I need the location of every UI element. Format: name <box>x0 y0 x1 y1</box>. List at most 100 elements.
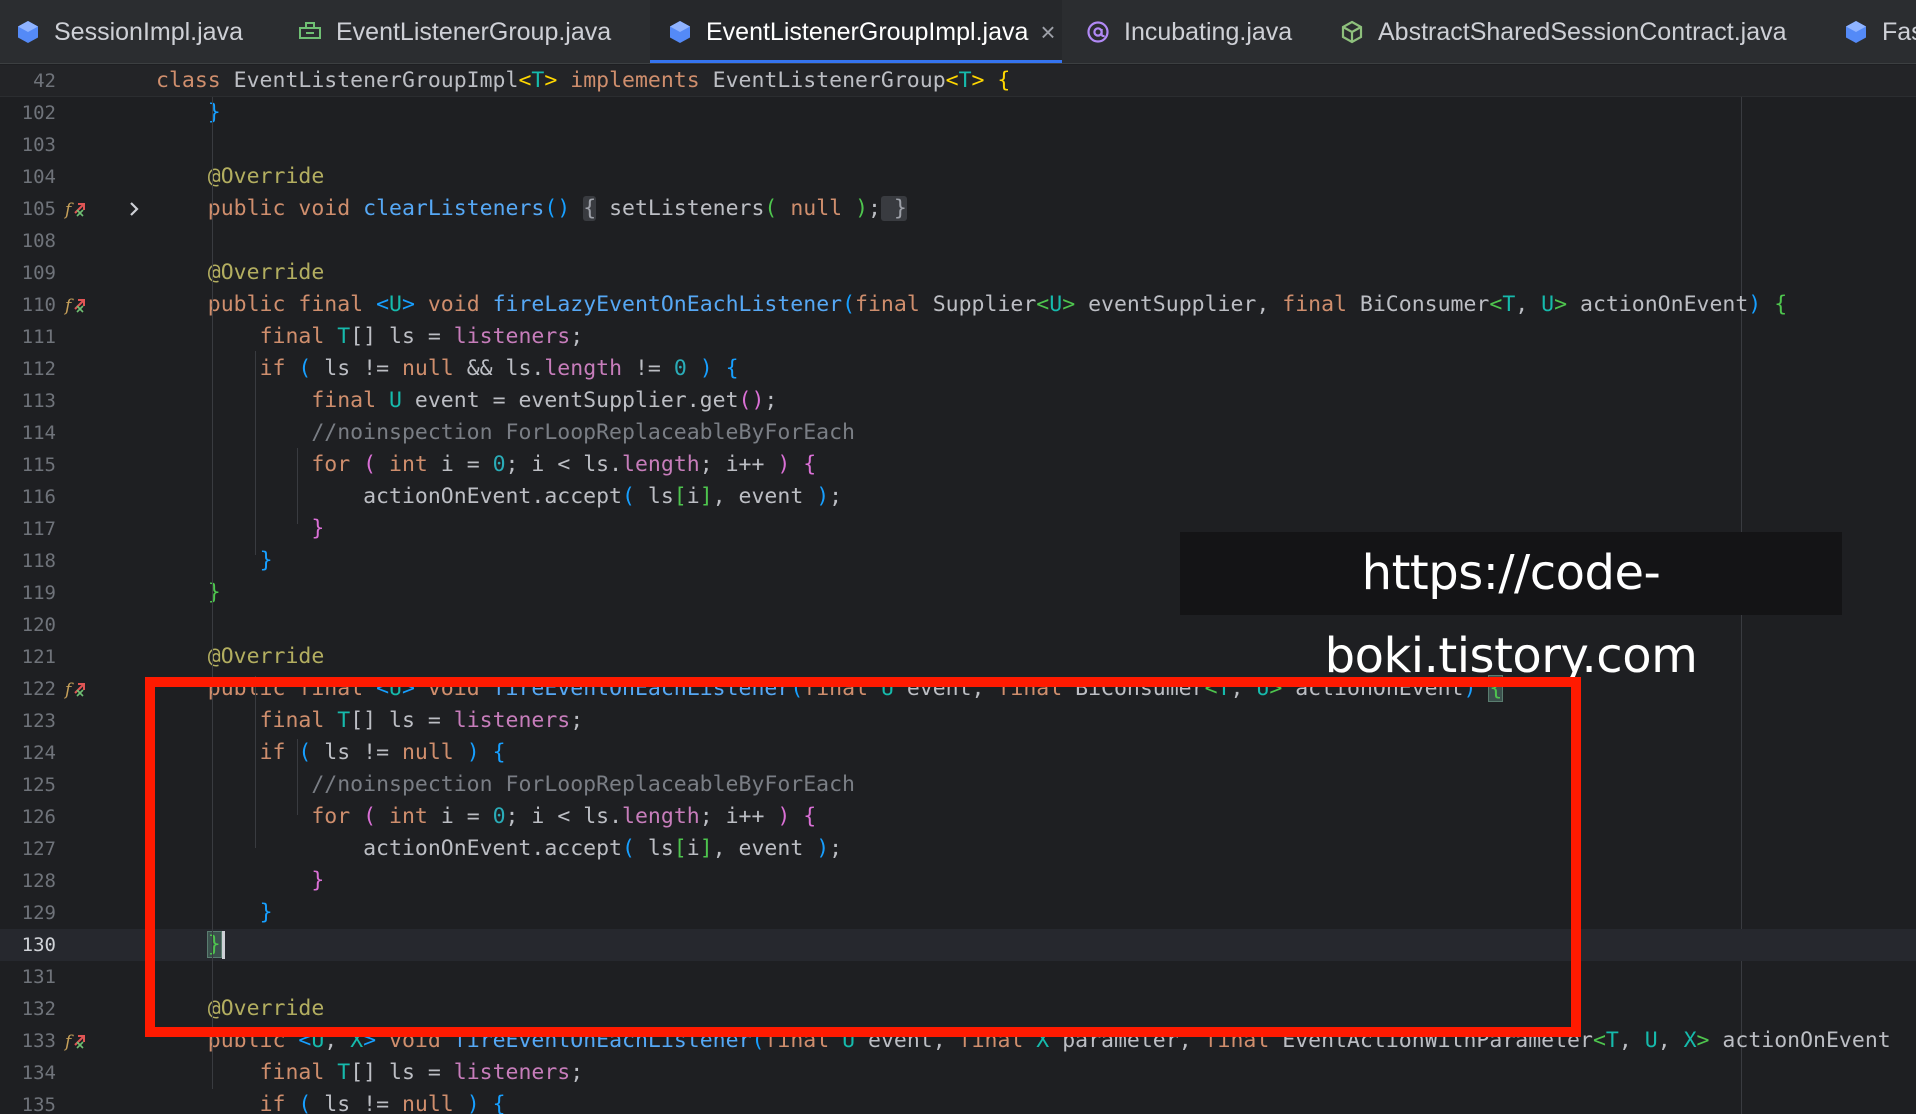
override-icon[interactable]: f <box>64 198 88 220</box>
code-token: T <box>531 68 545 93</box>
code-token: { <box>492 1092 506 1114</box>
code-line[interactable]: 109 @Override <box>0 257 1916 289</box>
line-number: 129 <box>21 902 56 924</box>
code-token: null <box>401 356 454 381</box>
code-token: } <box>880 196 907 221</box>
code-token: void <box>427 292 493 317</box>
code-line[interactable]: 116 actionOnEvent.accept( ls[i], event )… <box>0 481 1916 513</box>
code-token: } <box>311 516 325 541</box>
code-line[interactable]: 129 } <box>0 897 1916 929</box>
indent-guide <box>255 676 256 848</box>
code-token: , <box>324 1028 351 1053</box>
line-number: 132 <box>21 998 56 1020</box>
tab-3[interactable]: Incubating.java <box>1068 0 1314 63</box>
line-number: 103 <box>21 134 56 156</box>
code-line[interactable]: 126 for ( int i = 0; i < ls.length; i++ … <box>0 801 1916 833</box>
code-line[interactable]: 133 f public <U, X> void fireEventOnEachL… <box>0 1025 1916 1057</box>
code-text: if ( ls != null ) { <box>156 1089 506 1114</box>
code-line[interactable]: 113 final U event = eventSupplier.get(); <box>0 385 1916 417</box>
code-token: if <box>259 1092 299 1114</box>
code-token: final <box>259 708 338 733</box>
code-token: final <box>1282 292 1360 317</box>
code-token: U <box>842 1028 856 1053</box>
code-line[interactable]: 114 //noinspection ForLoopReplaceableByF… <box>0 417 1916 449</box>
sticky-header-line[interactable]: 42 class EventListenerGroupImpl<T> implem… <box>0 65 1916 97</box>
code-token: ( <box>790 676 804 701</box>
code-token: [] ls = <box>350 324 454 349</box>
watermark-url: https://code-boki.tistory.com <box>1180 532 1842 684</box>
line-number: 124 <box>21 742 56 764</box>
code-line[interactable]: 123 final T[] ls = listeners; <box>0 705 1916 737</box>
code-token: i = <box>440 452 493 477</box>
code-token: ; <box>764 388 778 413</box>
tab-0[interactable]: SessionImpl.java <box>0 0 270 63</box>
code-token: @Override <box>207 644 325 669</box>
code-token: public final <box>207 292 377 317</box>
code-line[interactable]: 110 f public final <U> void fireLazyEvent… <box>0 289 1916 321</box>
code-line[interactable]: 104 @Override <box>0 161 1916 193</box>
code-token: ls != <box>311 740 402 765</box>
text-caret <box>221 931 225 959</box>
code-line[interactable]: 125 //noinspection ForLoopReplaceableByF… <box>0 769 1916 801</box>
override-icon[interactable]: f <box>64 678 88 700</box>
code-line[interactable]: 111 final T[] ls = listeners; <box>0 321 1916 353</box>
code-line[interactable]: 128 } <box>0 865 1916 897</box>
override-icon[interactable]: f <box>64 294 88 316</box>
line-number: 125 <box>21 774 56 796</box>
code-token: { <box>1774 292 1788 317</box>
code-editor[interactable]: 42 class EventListenerGroupImpl<T> implem… <box>0 65 1916 1114</box>
code-line[interactable]: 108 <box>0 225 1916 257</box>
code-line[interactable]: 112 if ( ls != null && ls.length != 0 ) … <box>0 353 1916 385</box>
code-line[interactable]: 103 <box>0 129 1916 161</box>
code-token: , <box>1618 1028 1645 1053</box>
tab-2[interactable]: EventListenerGroupImpl.java × <box>650 0 1062 63</box>
tab-4[interactable]: AbstractSharedSessionContract.java <box>1322 0 1822 63</box>
svg-text:f: f <box>64 296 74 316</box>
code-token: final <box>764 1028 843 1053</box>
code-token: actionOnEvent.accept <box>156 484 622 509</box>
code-text: final U event = eventSupplier.get(); <box>156 385 777 417</box>
chevron-right-icon[interactable] <box>124 199 144 219</box>
code-line[interactable]: 105 f public void clearListeners() { setL… <box>0 193 1916 225</box>
code-line[interactable]: 132 @Override <box>0 993 1916 1025</box>
code-token: T <box>1217 676 1231 701</box>
code-line[interactable]: 135 if ( ls != null ) { <box>0 1089 1916 1114</box>
code-text: public final <U> void fireEventOnEachLis… <box>156 673 1504 705</box>
code-line[interactable]: 124 if ( ls != null ) { <box>0 737 1916 769</box>
code-token: X <box>1683 1028 1697 1053</box>
close-icon[interactable]: × <box>1040 19 1055 45</box>
code-token: ; <box>570 1060 584 1085</box>
code-token: ) <box>466 740 480 765</box>
code-token: } <box>259 548 273 573</box>
code-line[interactable]: 131 <box>0 961 1916 993</box>
line-number: 131 <box>21 966 56 988</box>
line-number: 102 <box>21 102 56 124</box>
code-text: } <box>156 865 324 897</box>
override-icon[interactable]: f <box>64 1030 88 1052</box>
code-token: void <box>389 1028 454 1053</box>
code-line[interactable]: 115 for ( int i = 0; i < ls.length; i++ … <box>0 449 1916 481</box>
code-line[interactable]: 134 final T[] ls = listeners; <box>0 1057 1916 1089</box>
code-token: < <box>1036 292 1050 317</box>
tab-1[interactable]: EventListenerGroup.java <box>280 0 640 63</box>
tab-5[interactable]: Fas <box>1826 0 1916 63</box>
code-token: > <box>401 676 428 701</box>
code-text: actionOnEvent.accept( ls[i], event ); <box>156 481 842 513</box>
line-number: 122 <box>21 678 56 700</box>
code-line[interactable]: 130 } <box>0 929 1916 961</box>
code-line[interactable]: 127 actionOnEvent.accept( ls[i], event )… <box>0 833 1916 865</box>
code-token: ( <box>764 196 778 221</box>
code-token: ] <box>699 484 713 509</box>
code-token: ; <box>868 196 881 221</box>
code-line[interactable]: 102 } <box>0 97 1916 129</box>
code-text: public void clearListeners() { setListen… <box>156 193 907 225</box>
